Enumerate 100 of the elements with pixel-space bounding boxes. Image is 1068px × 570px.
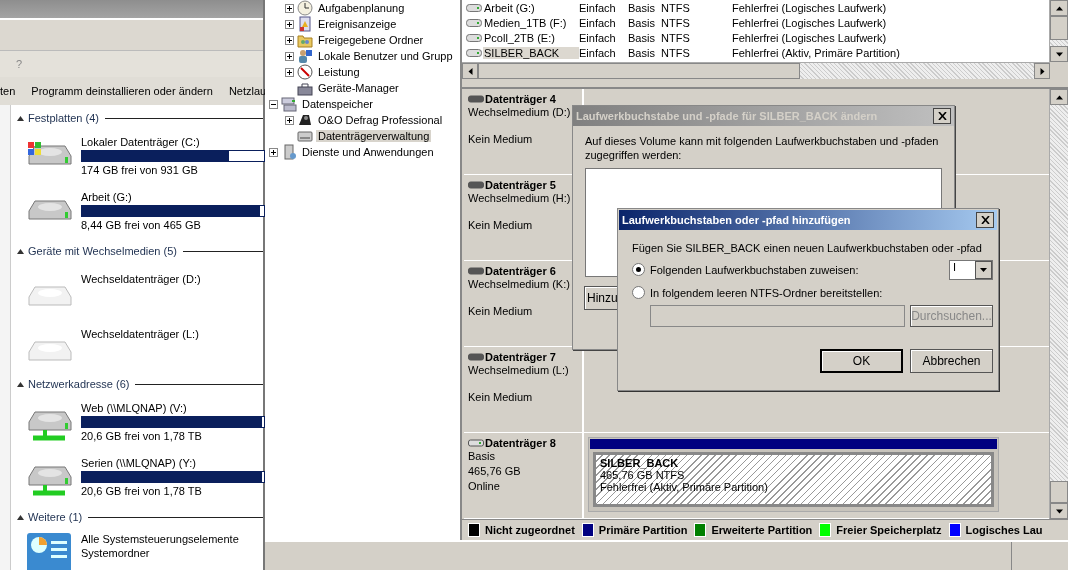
scroll-down-button[interactable]: [1050, 46, 1068, 62]
vertical-scrollbar[interactable]: [1049, 89, 1068, 519]
volume-name-cell[interactable]: SILBER_BACK: [483, 46, 579, 59]
partition-status: Fehlerfrei (Aktiv, Primäre Partition): [600, 481, 769, 493]
scrollbar-thumb[interactable]: [1050, 16, 1068, 40]
expand-icon[interactable]: [285, 35, 294, 45]
gauge-icon: [297, 64, 313, 80]
volume-icon: [466, 17, 482, 28]
arrow-icon: [1055, 4, 1063, 12]
table-cell-text: Einfach: [579, 46, 617, 59]
ok-button[interactable]: OK: [820, 349, 903, 373]
expand-icon[interactable]: [285, 3, 294, 13]
close-icon: [980, 216, 990, 224]
tree-item[interactable]: Dienste und Anwendungen: [300, 146, 436, 158]
disk-title: Datenträger 5: [485, 179, 556, 191]
table-cell-text: NTFS: [661, 46, 691, 59]
tree-item[interactable]: Datenträgerverwaltung: [316, 130, 432, 142]
expand-icon[interactable]: [285, 115, 294, 125]
vertical-scrollbar[interactable]: [1049, 0, 1068, 62]
table-cell: Fehlerfrei (Aktiv, Primäre Partition): [732, 46, 900, 59]
disk-info: Basis: [468, 449, 496, 464]
table-cell: Fehlerfrei (Logisches Laufwerk): [732, 16, 887, 29]
drive-name[interactable]: Wechseldatenträger (D:): [81, 273, 263, 285]
drive-detail: Systemordner: [81, 547, 151, 559]
drive-name[interactable]: Web (\\MLQNAP) (V:): [81, 401, 263, 414]
scrollbar-thumb[interactable]: [1050, 481, 1068, 503]
collapse-icon[interactable]: [17, 514, 24, 520]
log-icon: [297, 16, 313, 32]
scroll-up-button[interactable]: [1050, 0, 1068, 16]
scroll-up-button[interactable]: [1050, 89, 1068, 105]
expand-icon[interactable]: [285, 51, 294, 61]
volume-icon: [466, 2, 482, 13]
disk-info: Wechselmedium (H:): [468, 191, 572, 206]
option-label[interactable]: Folgenden Laufwerkbuchstaben zuweisen:: [650, 263, 944, 276]
close-button[interactable]: [933, 108, 951, 124]
tree-item[interactable]: Leistung: [316, 66, 362, 78]
collapse-icon[interactable]: [17, 248, 24, 254]
partition-size: 465,76 GB NTFS: [600, 469, 686, 481]
close-button[interactable]: [976, 212, 994, 228]
tree-item[interactable]: Freigegebene Ordner: [316, 34, 426, 46]
group-heading: Weitere (1): [28, 511, 83, 523]
drive-detail: 20,6 GB frei von 1,78 TB: [81, 429, 203, 442]
expand-icon[interactable]: [285, 67, 294, 77]
disk-title: Datenträger 8: [485, 437, 556, 449]
volume-name-cell[interactable]: Pcoll_2TB (E:): [483, 31, 579, 44]
volume-name-cell[interactable]: Arbeit (G:): [483, 1, 579, 14]
folder-path-field[interactable]: [650, 305, 905, 327]
drive-name[interactable]: Lokaler Datenträger (C:): [81, 135, 263, 148]
scrollbar-thumb[interactable]: [478, 63, 800, 79]
drive-name[interactable]: Wechseldatenträger (L:): [81, 328, 263, 340]
legend-label: Primäre Partition: [598, 524, 688, 536]
tree-item[interactable]: Lokale Benutzer und Grupp: [316, 50, 455, 62]
toolbar-command[interactable]: Netzlau: [228, 85, 267, 97]
tree-item[interactable]: Aufgabenplanung: [316, 2, 407, 14]
scroll-left-button[interactable]: [462, 63, 478, 79]
dialog-message: Auf dieses Volume kann mit folgenden Laufwerkbuchstaben und -pfaden zugegriffen werden:: [585, 134, 940, 162]
collapse-icon[interactable]: [269, 99, 278, 109]
tree-item[interactable]: Geräte-Manager: [316, 82, 401, 94]
scroll-right-button[interactable]: [1034, 63, 1050, 79]
drive-detail: 174 GB frei von 931 GB: [81, 163, 199, 176]
toolbar-command[interactable]: Programm deinstallieren oder ändern: [31, 85, 213, 97]
drive-name[interactable]: Serien (\\MLQNAP) (Y:): [81, 456, 263, 469]
table-cell: Fehlerfrei (Logisches Laufwerk): [732, 1, 887, 14]
expand-icon[interactable]: [269, 147, 278, 157]
scrollbar-track[interactable]: [1050, 40, 1068, 46]
arrow-icon: [1038, 67, 1046, 75]
radio-button[interactable]: [632, 263, 645, 276]
option-label[interactable]: In folgendem leeren NTFS-Ordner bereitstellen:: [650, 286, 998, 299]
disk-info: Kein Medium: [468, 132, 534, 147]
tree-item[interactable]: Ereignisanzeige: [316, 18, 399, 30]
table-cell-text: Einfach: [579, 1, 617, 14]
dropdown-arrow-icon: [980, 267, 987, 272]
drive-name[interactable]: Alle Systemsteuerungselemente: [81, 533, 263, 545]
disk-info: Kein Medium: [468, 390, 534, 405]
volume-name-cell[interactable]: Medien_1TB (F:): [483, 16, 579, 29]
tree-item[interactable]: Datenspeicher: [300, 98, 375, 110]
arrow-icon: [1055, 93, 1063, 101]
partition-block[interactable]: SILBER_BACK 465,76 GB NTFS Fehlerfrei (Aktiv, Primäre Partition): [588, 437, 999, 512]
table-cell-text: Einfach: [579, 16, 617, 29]
expand-icon[interactable]: [285, 19, 294, 29]
legend-label: Erweiterte Partition: [711, 524, 813, 536]
scroll-down-button[interactable]: [1050, 503, 1068, 519]
disk-title: Datenträger 6: [485, 265, 556, 277]
horizontal-scrollbar[interactable]: [462, 62, 1050, 79]
drive-letter-dropdown[interactable]: I: [949, 259, 993, 280]
disk-info: Wechselmedium (K:): [468, 277, 571, 292]
arrow-icon: [1055, 507, 1063, 515]
drive-detail: 20,6 GB frei von 1,78 TB: [81, 484, 203, 497]
collapse-icon[interactable]: [17, 115, 24, 121]
legend-label: Freier Speicherplatz: [836, 524, 942, 536]
drive-name[interactable]: Arbeit (G:): [81, 190, 263, 203]
tree-item[interactable]: O&O Defrag Professional: [316, 114, 445, 126]
cancel-button[interactable]: Abbrechen: [910, 349, 993, 373]
radio-button[interactable]: [632, 286, 645, 299]
collapse-icon[interactable]: [17, 381, 24, 387]
toolbox-icon: [297, 80, 313, 96]
arrow-icon: [1055, 50, 1063, 58]
toolbar-command[interactable]: ten: [0, 85, 16, 97]
table-cell-text: NTFS: [661, 16, 691, 29]
disk-info: 465,76 GB: [468, 464, 522, 479]
